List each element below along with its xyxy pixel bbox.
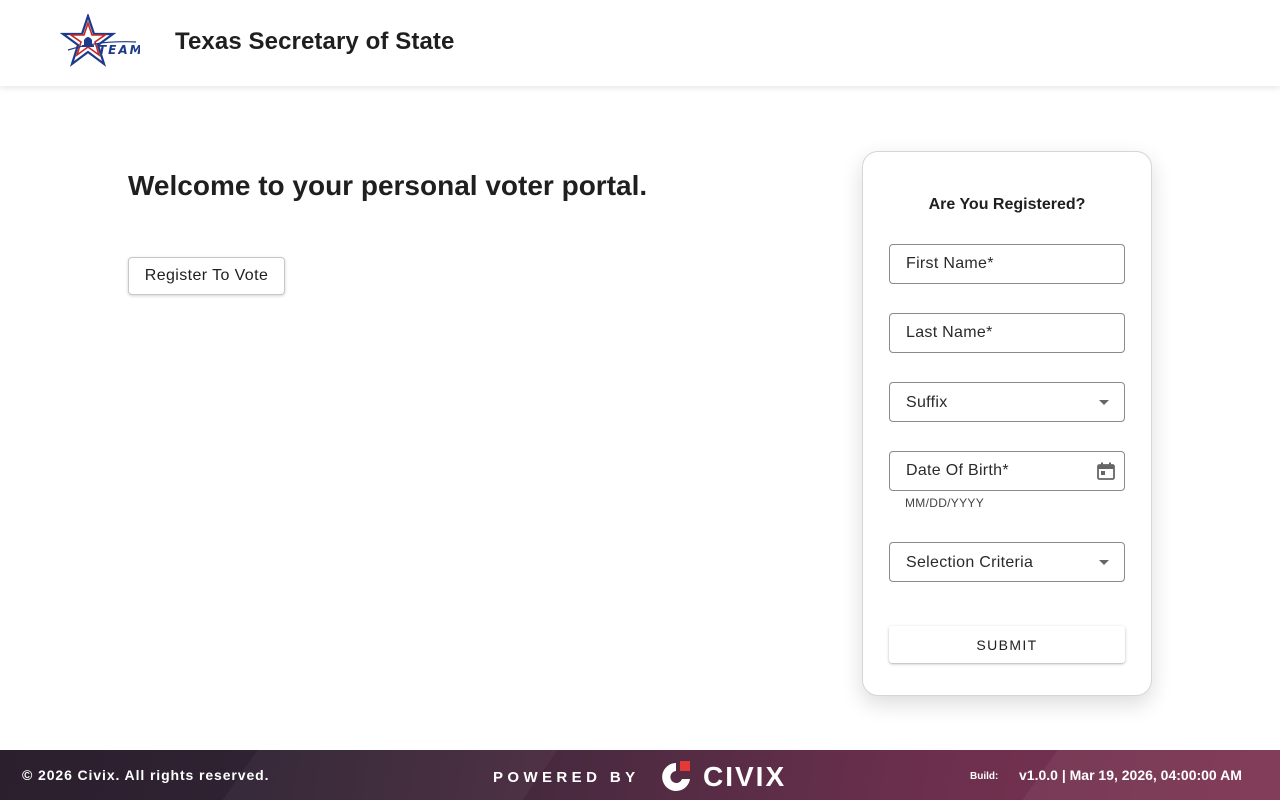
caret-down-icon	[1099, 560, 1109, 565]
first-name-input[interactable]	[890, 245, 1124, 283]
registration-check-card: Are You Registered? Suffix MM/D	[862, 151, 1152, 696]
team-logo-icon[interactable]: TEAM	[59, 12, 142, 70]
last-name-field	[889, 313, 1125, 353]
date-of-birth-input[interactable]	[890, 452, 1124, 490]
build-version: v1.0.0 | Mar 19, 2026, 04:00:00 AM	[1019, 767, 1242, 783]
register-to-vote-button[interactable]: Register To Vote	[128, 257, 285, 295]
first-name-field	[889, 244, 1125, 284]
suffix-select[interactable]: Suffix	[889, 382, 1125, 422]
site-header: TEAM Texas Secretary of State	[0, 0, 1280, 86]
civix-logo-icon[interactable]	[658, 759, 694, 795]
site-footer: © 2026 Civix. All rights reserved. POWER…	[0, 750, 1280, 800]
welcome-heading: Welcome to your personal voter portal.	[128, 170, 648, 201]
calendar-icon[interactable]	[1096, 461, 1116, 481]
selection-criteria-label: Selection Criteria	[906, 554, 1034, 571]
powered-by-text: POWERED BY	[493, 769, 640, 786]
submit-button[interactable]: SUBMIT	[889, 626, 1125, 663]
date-of-birth-field	[889, 451, 1125, 491]
date-format-hint: MM/DD/YYYY	[905, 496, 985, 510]
selection-criteria-select[interactable]: Selection Criteria	[889, 542, 1125, 582]
last-name-input[interactable]	[890, 314, 1124, 352]
suffix-label: Suffix	[906, 394, 948, 411]
logo-text: TEAM	[98, 43, 140, 57]
site-title: Texas Secretary of State	[175, 28, 455, 55]
card-title: Are You Registered?	[928, 196, 1086, 213]
build-label: Build:	[970, 771, 999, 782]
civix-brand-text[interactable]: CIVIX	[703, 761, 786, 793]
copyright-text: © 2026 Civix. All rights reserved.	[22, 767, 270, 783]
caret-down-icon	[1099, 400, 1109, 405]
